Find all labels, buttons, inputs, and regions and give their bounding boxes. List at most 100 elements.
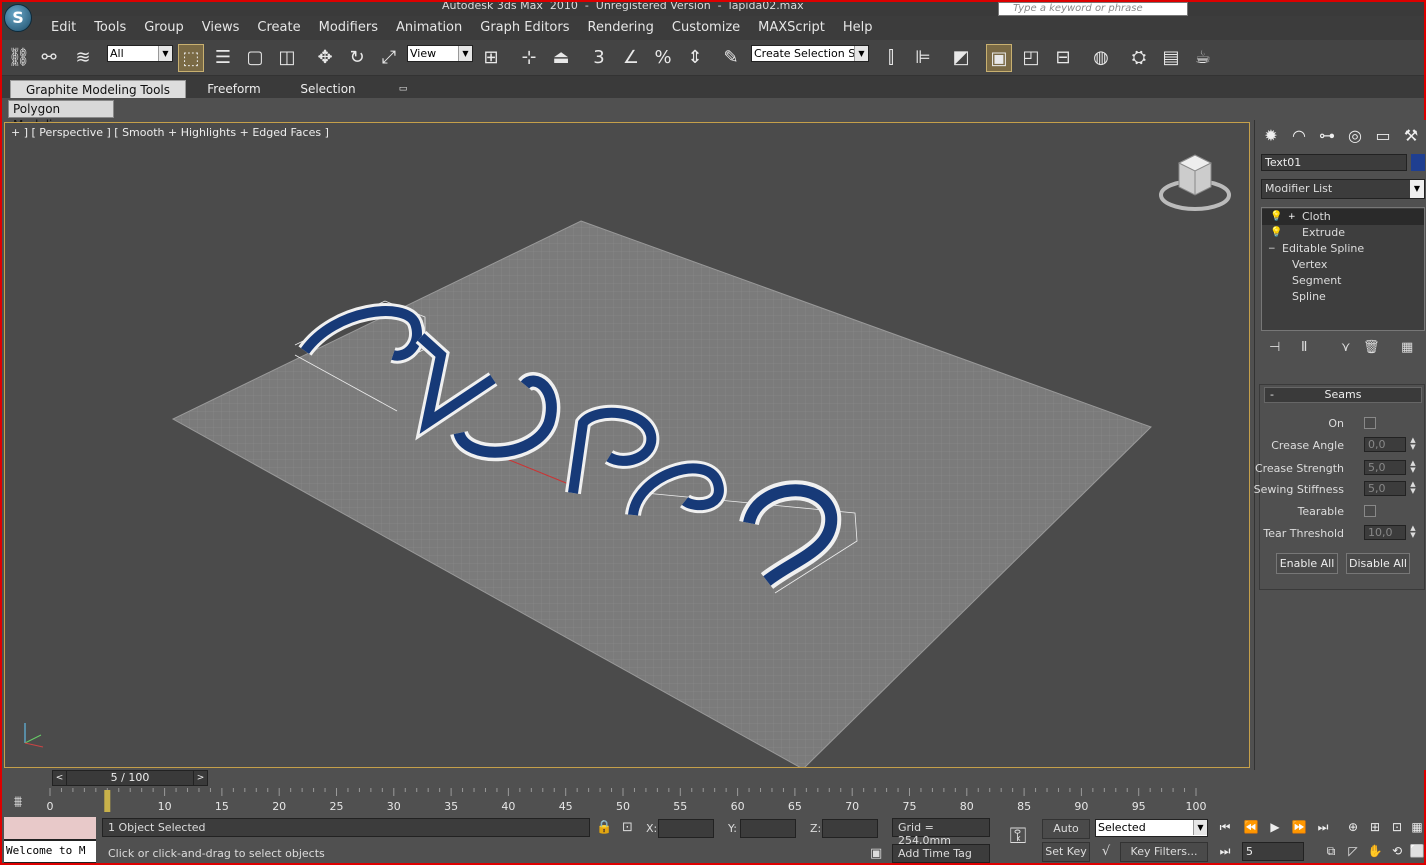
menu-help[interactable]: Help xyxy=(834,16,882,40)
object-color-swatch[interactable] xyxy=(1411,154,1425,171)
menu-rendering[interactable]: Rendering xyxy=(579,16,663,40)
time-tag-icon[interactable]: ▣ xyxy=(870,846,882,861)
key-mode-toggle-icon[interactable]: ⏭ xyxy=(1214,844,1236,859)
display-tab-icon[interactable]: ▭ xyxy=(1371,124,1395,148)
select-object-icon[interactable]: ⬚ xyxy=(178,44,204,72)
pivot-center-icon[interactable]: ⊞ xyxy=(478,44,504,72)
next-frame-icon[interactable]: > xyxy=(193,771,207,785)
edit-named-selection-icon[interactable]: ✎ xyxy=(718,44,744,72)
reference-coordinate-select[interactable]: View ▼ xyxy=(407,45,473,62)
selection-filter-select[interactable]: All ▼ xyxy=(107,45,173,62)
object-name-field[interactable]: Text01 xyxy=(1261,154,1407,171)
pan-icon[interactable]: ✋ xyxy=(1364,844,1386,858)
rotate-icon[interactable]: ↻ xyxy=(344,44,370,72)
create-tab-icon[interactable]: ✹ xyxy=(1259,124,1283,148)
stack-item-segment[interactable]: Segment xyxy=(1262,273,1424,289)
zoom-icon[interactable]: ⊕ xyxy=(1342,820,1364,834)
time-configuration-icon[interactable]: ⧉ xyxy=(1320,844,1342,859)
snap-toggle-icon[interactable]: 3 xyxy=(586,44,612,72)
zoom-extents-icon[interactable]: ⊡ xyxy=(1386,820,1408,834)
remove-modifier-icon[interactable]: 🗑 xyxy=(1363,340,1380,355)
zoom-extents-all-icon[interactable]: ▦ xyxy=(1406,820,1426,834)
stack-item-extrude[interactable]: 💡 Extrude xyxy=(1262,225,1424,241)
perspective-viewport[interactable]: + ] [ Perspective ] [ Smooth + Highlight… xyxy=(4,122,1250,768)
ribbon-options-icon[interactable]: ▭ xyxy=(396,80,410,98)
motion-tab-icon[interactable]: ◎ xyxy=(1343,124,1367,148)
rectangular-selection-icon[interactable]: ▢ xyxy=(242,44,268,72)
percent-snap-icon[interactable]: % xyxy=(650,44,676,72)
tab-freeform[interactable]: Freeform xyxy=(194,80,274,98)
menu-group[interactable]: Group xyxy=(135,16,193,40)
modify-tab-icon[interactable]: ◠ xyxy=(1287,124,1311,148)
spinner-arrows-icon[interactable]: ▲ ▼ xyxy=(1408,460,1418,475)
utilities-tab-icon[interactable]: ⚒ xyxy=(1399,124,1423,148)
schematic-view-icon[interactable]: ⊟ xyxy=(1050,44,1076,72)
menu-animation[interactable]: Animation xyxy=(387,16,471,40)
spinner-arrows-icon[interactable]: ▲ ▼ xyxy=(1408,437,1418,452)
menu-tools[interactable]: Tools xyxy=(85,16,135,40)
next-key-icon[interactable]: ⏩ xyxy=(1288,820,1310,834)
app-logo-button[interactable]: S xyxy=(4,4,32,32)
menu-create[interactable]: Create xyxy=(248,16,309,40)
key-filters-button[interactable]: Key Filters... xyxy=(1120,842,1208,862)
stack-item-editable-spline[interactable]: − Editable Spline xyxy=(1262,241,1424,257)
select-manipulate-icon[interactable]: ⊹ xyxy=(516,44,542,72)
on-checkbox[interactable] xyxy=(1364,417,1376,429)
crease-angle-input[interactable]: 0,0 xyxy=(1364,437,1406,452)
go-to-end-icon[interactable]: ⏭ xyxy=(1312,820,1334,835)
field-of-view-icon[interactable]: ◸ xyxy=(1342,844,1364,858)
prev-frame-icon[interactable]: < xyxy=(53,771,67,785)
maxscript-listener[interactable]: Welcome to M xyxy=(4,817,96,863)
make-unique-icon[interactable]: ⋎ xyxy=(1341,340,1351,355)
current-frame-input[interactable]: 5 xyxy=(1242,842,1304,861)
select-by-name-icon[interactable]: ☰ xyxy=(210,44,236,72)
menu-edit[interactable]: Edit xyxy=(42,16,85,40)
search-input[interactable]: Type a keyword or phrase xyxy=(998,2,1188,16)
link-icon[interactable]: ⛓ xyxy=(6,44,32,72)
absolute-mode-icon[interactable]: ⊡ xyxy=(622,820,633,835)
disable-all-button[interactable]: Disable All xyxy=(1346,553,1410,574)
go-to-start-icon[interactable]: ⏮ xyxy=(1214,820,1236,835)
maxscript-input[interactable] xyxy=(4,817,96,839)
tab-selection[interactable]: Selection xyxy=(288,80,368,98)
menu-maxscript[interactable]: MAXScript xyxy=(749,16,834,40)
track-bar[interactable]: 0510152025303540455055606570758085909510… xyxy=(40,788,1208,816)
sewing-stiffness-input[interactable]: 5,0 xyxy=(1364,481,1406,496)
pin-stack-icon[interactable]: ⊣ xyxy=(1269,340,1280,355)
ribbon-panel-polygon-modeling[interactable]: Polygon Modeling xyxy=(8,100,114,132)
unlink-icon[interactable]: ⚯ xyxy=(36,44,62,72)
menu-graph-editors[interactable]: Graph Editors xyxy=(471,16,578,40)
tab-graphite-modeling-tools[interactable]: Graphite Modeling Tools xyxy=(10,80,186,98)
set-key-key-icon[interactable]: ⚿ xyxy=(1000,824,1036,849)
time-slider[interactable]: < 5 / 100 > xyxy=(52,770,208,786)
orbit-icon[interactable]: ⟲ xyxy=(1386,844,1408,858)
tear-threshold-input[interactable]: 10,0 xyxy=(1364,525,1406,540)
modifier-list-select[interactable]: Modifier List ▼ xyxy=(1261,179,1425,199)
bind-space-warp-icon[interactable]: ≋ xyxy=(70,44,96,72)
play-icon[interactable]: ▶ xyxy=(1264,820,1286,834)
stack-item-vertex[interactable]: Vertex xyxy=(1262,257,1424,273)
key-mode-select[interactable]: Selected ▼ xyxy=(1095,819,1208,837)
spinner-snap-icon[interactable]: ⇕ xyxy=(682,44,708,72)
angle-snap-icon[interactable]: ∠ xyxy=(618,44,644,72)
rendered-frame-icon[interactable]: ▤ xyxy=(1158,44,1184,72)
set-key-button[interactable]: Set Key xyxy=(1042,842,1090,862)
add-time-tag-field[interactable]: Add Time Tag xyxy=(892,844,990,863)
zoom-all-icon[interactable]: ⊞ xyxy=(1364,820,1386,834)
seams-rollout-header[interactable]: - Seams xyxy=(1264,387,1422,403)
x-coordinate-input[interactable] xyxy=(658,819,714,838)
spinner-arrows-icon[interactable]: ▲ ▼ xyxy=(1408,525,1418,540)
hierarchy-tab-icon[interactable]: ⊶ xyxy=(1315,124,1339,148)
window-crossing-icon[interactable]: ◫ xyxy=(274,44,300,72)
keyboard-shortcut-icon[interactable]: ⏏ xyxy=(548,44,574,72)
maximize-viewport-icon[interactable]: ⬜ xyxy=(1406,844,1426,858)
viewcube-icon[interactable] xyxy=(1155,151,1235,215)
stack-item-spline[interactable]: Spline xyxy=(1262,289,1424,305)
expand-plus-icon[interactable]: + xyxy=(1288,209,1296,225)
configure-sets-icon[interactable]: ▦ xyxy=(1401,340,1413,355)
lock-icon[interactable]: 🔒 xyxy=(596,820,612,835)
expand-minus-icon[interactable]: − xyxy=(1268,241,1276,257)
graphite-toggle-icon[interactable]: ▣ xyxy=(986,44,1012,72)
material-editor-icon[interactable]: ◍ xyxy=(1088,44,1114,72)
render-teapot-icon[interactable]: ☕ xyxy=(1190,44,1216,72)
